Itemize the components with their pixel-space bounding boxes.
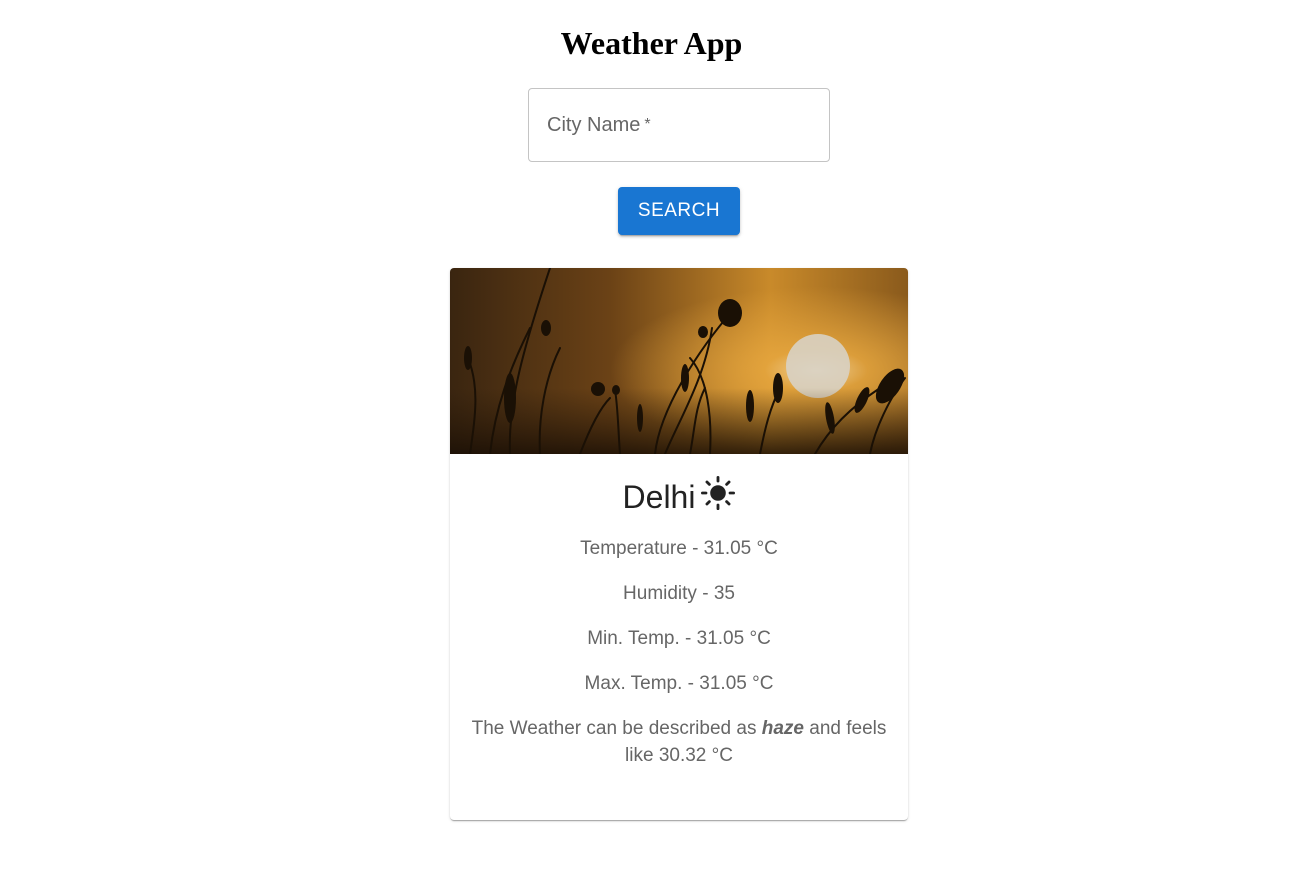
- city-heading: Delhi: [450, 476, 908, 517]
- description-condition: haze: [761, 718, 804, 739]
- weather-card-image: [450, 268, 908, 454]
- min-temp-text: Min. Temp. - 31.05 °C: [587, 628, 771, 649]
- page-title: Weather App: [560, 25, 743, 61]
- city-name-input[interactable]: [529, 89, 829, 161]
- city-name: Delhi: [622, 479, 696, 515]
- max-temp-text: Max. Temp. - 31.05 °C: [584, 673, 774, 694]
- city-name-field[interactable]: City Name *: [528, 88, 830, 162]
- temperature-text: Temperature - 31.05 °C: [580, 538, 778, 559]
- weather-card: Delhi Temperature - 31.05 °C Humidity - …: [450, 268, 908, 820]
- weather-description: The Weather can be described as haze and…: [470, 715, 888, 769]
- search-button[interactable]: SEARCH: [618, 187, 740, 235]
- humidity-text: Humidity - 35: [623, 583, 735, 604]
- description-prefix: The Weather can be described as: [471, 718, 762, 739]
- sun-icon: [701, 476, 736, 510]
